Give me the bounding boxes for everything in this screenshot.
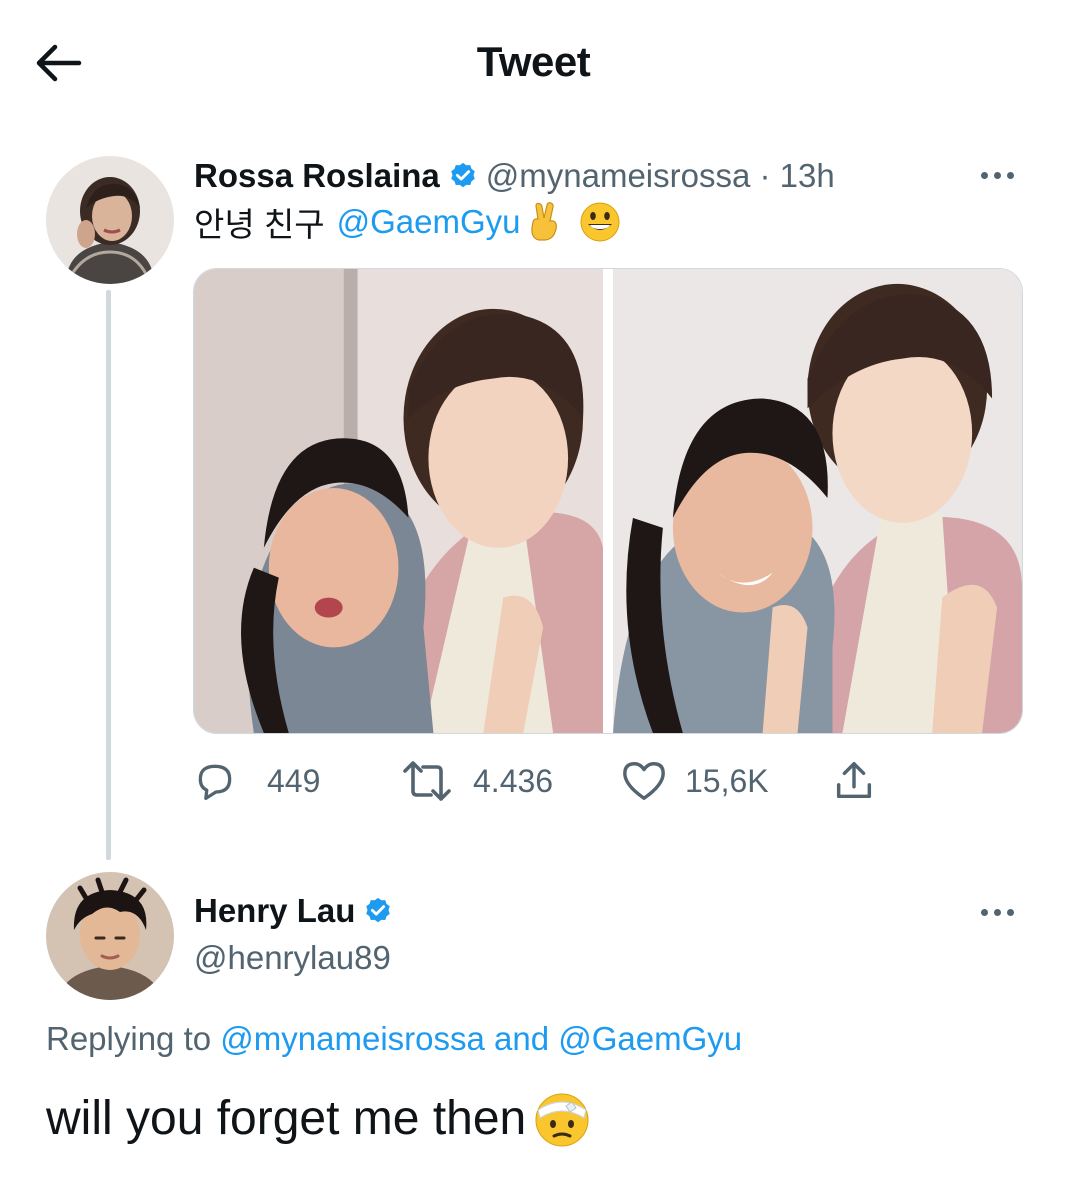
tweet2-text-content: will you forget me then [46, 1091, 527, 1145]
more-dot [1006, 908, 1014, 916]
tweet1-text: 안녕 친구 @GaemGyu [194, 198, 621, 246]
face-with-head-bandage-emoji-icon [532, 1088, 592, 1148]
more-dot [980, 908, 988, 916]
reply-button[interactable]: 449 [193, 756, 320, 806]
tweet1-korean-text: 안녕 친구 [194, 206, 325, 243]
verified-badge-icon [363, 896, 393, 926]
tweet1-media-grid [193, 268, 1023, 734]
tweet2-display-name[interactable]: Henry Lau [194, 892, 355, 930]
replying-mention-gaemgyu[interactable]: @GaemGyu [558, 1020, 742, 1057]
retweet-icon [403, 761, 451, 801]
page-title: Tweet [476, 38, 591, 85]
tweet2-handle[interactable]: @henrylau89 [194, 939, 391, 977]
more-dot [980, 171, 988, 179]
tweet1-display-name[interactable]: Rossa Roslaina [194, 157, 440, 195]
top-bar: Tweet [0, 0, 1067, 125]
tweet1-handle-time[interactable]: @mynameisrossa · 13h [486, 157, 835, 195]
reply-icon [198, 764, 232, 801]
tweet2-name-row: Henry Lau [194, 892, 401, 930]
replying-and: and [494, 1020, 550, 1057]
photo-2[interactable] [613, 269, 1022, 733]
more-dot [1006, 171, 1014, 179]
avatar-henry[interactable] [46, 872, 174, 1000]
mention-gaemgyu[interactable]: @GaemGyu [337, 203, 521, 241]
reply-count: 449 [267, 762, 321, 799]
more-dot [993, 171, 1001, 179]
tweet2-text: will you forget me then [46, 1088, 592, 1148]
tweet2-more-button[interactable] [972, 897, 1022, 927]
more-dot [993, 908, 1001, 916]
thread-connector-line [106, 290, 111, 860]
victory-hand-emoji-icon [527, 202, 563, 242]
tweet1-more-button[interactable] [972, 160, 1022, 190]
verified-badge-icon [448, 161, 478, 191]
retweet-button[interactable]: 4.436 [399, 756, 553, 806]
tweet1-header: Rossa Roslaina @mynameisrossa · 13h [194, 154, 835, 198]
share-icon [836, 762, 872, 799]
grinning-face-emoji-icon [579, 201, 621, 243]
like-button[interactable]: 15,6K [621, 756, 769, 806]
share-button[interactable] [831, 756, 895, 806]
tweet1-action-bar: 449 4.436 15,6K [193, 756, 893, 806]
replying-to-line: Replying to @mynameisrossa and @GaemGyu [46, 1020, 742, 1058]
avatar-rossa[interactable] [46, 156, 174, 284]
replying-prefix: Replying to [46, 1020, 212, 1057]
heart-icon [623, 762, 665, 800]
retweet-count: 4.436 [473, 762, 554, 799]
photo-1[interactable] [194, 269, 603, 733]
like-count: 15,6K [685, 762, 769, 799]
replying-mention-rossa[interactable]: @mynameisrossa [220, 1020, 485, 1057]
